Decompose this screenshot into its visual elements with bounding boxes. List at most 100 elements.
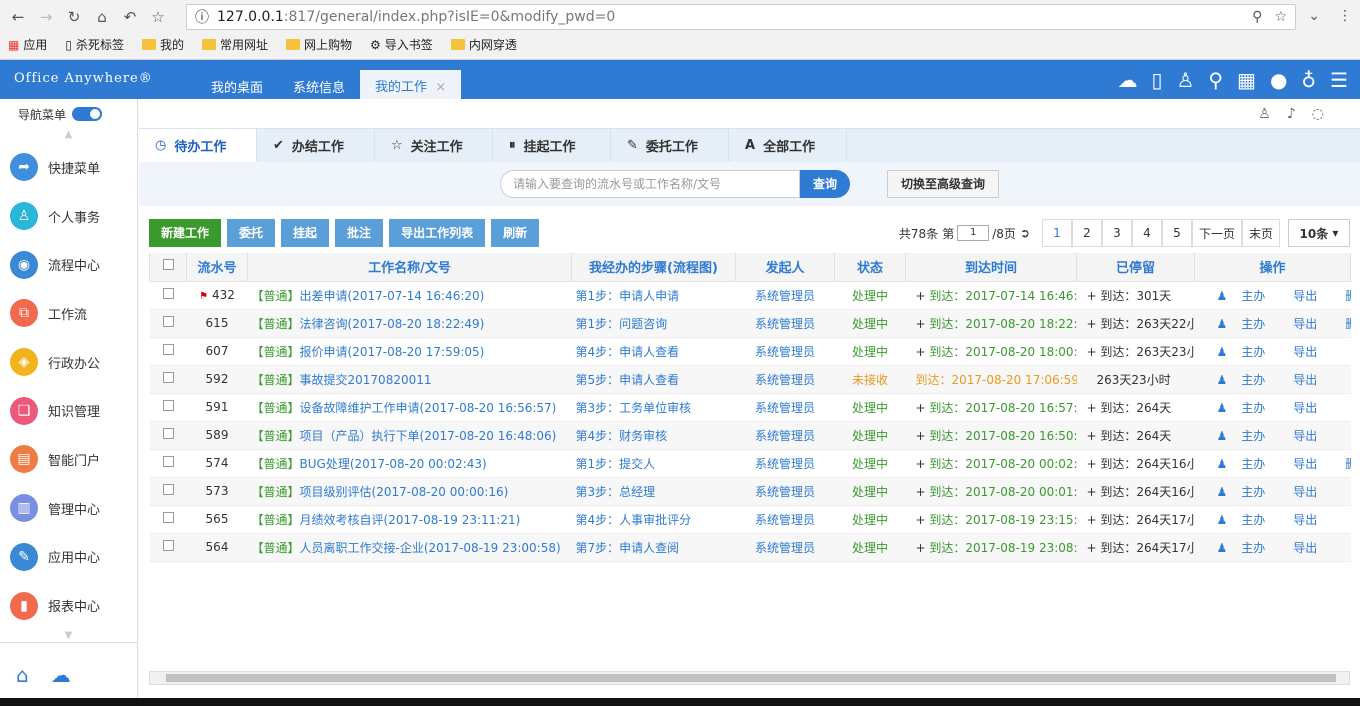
plus-icon[interactable]: + [916,289,926,303]
chat-icon[interactable]: ● [1270,68,1287,92]
table-row[interactable]: 565 【普通】月绩效考核自评(2017-08-19 23:11:21) 第4步：人… [149,505,1351,534]
sidebar-item[interactable]: ➦ 快捷菜单 [0,143,137,192]
address-bar[interactable]: ⓘ 127.0.0.1:817/general/index.php?isIE=0… [186,4,1296,30]
row-initiator[interactable]: 系统管理员 [735,393,835,422]
table-row[interactable]: 592 【普通】事故提交20170820011 第5步：申请人查看 系统管理员 未接收到… [149,365,1351,394]
page-3[interactable]: 3 [1101,219,1132,247]
col-id[interactable]: 流水号 [186,253,248,282]
tab-system-info[interactable]: 系统信息 [278,71,360,102]
bookmark-item[interactable]: 我的 [141,36,184,53]
bookmark-item[interactable]: 常用网址 [202,36,268,53]
export-link[interactable]: 导出 [1293,317,1331,331]
scroll-up-icon[interactable]: ▲ [0,129,137,143]
reload-icon[interactable]: ↻ [62,6,86,28]
handle-link[interactable]: ♟ 主办 [1217,317,1280,331]
sidebar-item[interactable]: ✎ 应用中心 [0,533,137,582]
undo-icon[interactable]: ↶ [118,6,142,28]
page-2[interactable]: 2 [1071,219,1102,247]
row-name-link[interactable]: 【普通】BUG处理(2017-08-20 00:02:43) [247,449,572,478]
plus-icon[interactable]: + [916,541,926,555]
export-link[interactable]: 导出 [1293,429,1331,443]
home-icon[interactable]: ⌂ [90,6,114,28]
handle-link[interactable]: ♟ 主办 [1217,289,1280,303]
delete-link[interactable]: 删除 [1345,457,1350,471]
handle-link[interactable]: ♟ 主办 [1217,513,1280,527]
handle-link[interactable]: ♟ 主办 [1217,345,1280,359]
bookmark-item[interactable]: ▯ 杀死标签 [65,36,124,53]
plus-icon[interactable]: + [1087,485,1097,499]
row-step-link[interactable]: 第1步：申请人申请 [571,281,736,310]
plus-icon[interactable]: + [916,429,926,443]
tab-suspended[interactable]: ⏸ 挂起工作 [493,129,611,162]
zoom-icon[interactable]: ⚲ [1252,9,1262,25]
suspend-button[interactable]: 挂起 [281,219,330,247]
mobile-icon[interactable]: ▯ [1151,68,1162,92]
refresh-button[interactable]: 刷新 [491,219,540,247]
row-checkbox[interactable] [149,505,187,534]
col-arrive[interactable]: 到达时间 [905,253,1077,282]
row-step-link[interactable]: 第1步：问题咨询 [571,309,736,338]
page-5[interactable]: 5 [1161,219,1192,247]
row-step-link[interactable]: 第5步：申请人查看 [571,365,736,394]
scrollbar-thumb[interactable] [166,674,1336,682]
sidebar-item[interactable]: ▤ 智能门户 [0,435,137,484]
row-step-link[interactable]: 第4步：人事审批评分 [571,505,736,534]
new-work-button[interactable]: 新建工作 [149,219,222,247]
row-step-link[interactable]: 第3步：工务单位审核 [571,393,736,422]
cloud-icon[interactable]: ☁ [51,663,71,687]
export-link[interactable]: 导出 [1293,513,1331,527]
row-initiator[interactable]: 系统管理员 [735,449,835,478]
table-row[interactable]: ⚑ 432 【普通】出差申请(2017-07-14 16:46:20) 第1步：申请人… [149,281,1351,310]
handle-link[interactable]: ♟ 主办 [1217,429,1280,443]
sidebar-item[interactable]: ⧉ 工作流 [0,289,137,338]
plus-icon[interactable]: + [916,401,926,415]
browser-menu-icon[interactable]: ⋮ [1338,8,1352,24]
row-checkbox[interactable] [149,421,187,450]
sidebar-item[interactable]: ♙ 个人事务 [0,192,137,241]
user-icon[interactable]: ♙ [1176,68,1194,92]
plus-icon[interactable]: + [1087,541,1097,555]
scroll-down-icon[interactable]: ▼ [0,630,137,642]
plus-icon[interactable]: + [916,513,926,527]
tab-my-work[interactable]: 我的工作 × [360,70,462,99]
row-initiator[interactable]: 系统管理员 [735,337,835,366]
row-checkbox[interactable] [149,365,187,394]
bookmark-item[interactable]: ⚙ 导入书签 [370,36,433,53]
handle-link[interactable]: ♟ 主办 [1217,373,1280,387]
export-link[interactable]: 导出 [1293,289,1331,303]
delete-link[interactable]: 删除 [1345,317,1350,331]
page-4[interactable]: 4 [1131,219,1162,247]
row-name-link[interactable]: 【普通】事故提交20170820011 [247,365,572,394]
home-icon[interactable]: ⌂ [16,663,29,687]
row-name-link[interactable]: 【普通】法律咨询(2017-08-20 18:22:49) [247,309,572,338]
row-initiator[interactable]: 系统管理员 [735,281,835,310]
row-name-link[interactable]: 【普通】报价申请(2017-08-20 17:59:05) [247,337,572,366]
row-initiator[interactable]: 系统管理员 [735,365,835,394]
table-row[interactable]: 615 【普通】法律咨询(2017-08-20 18:22:49) 第1步：问题咨询… [149,309,1351,338]
row-checkbox[interactable] [149,281,187,310]
row-name-link[interactable]: 【普通】出差申请(2017-07-14 16:46:20) [247,281,572,310]
row-step-link[interactable]: 第7步：申请人查阅 [571,533,736,562]
page-1[interactable]: 1 [1041,219,1072,247]
row-name-link[interactable]: 【普通】项目级别评估(2017-08-20 00:00:16) [247,477,572,506]
row-initiator[interactable]: 系统管理员 [735,477,835,506]
close-icon[interactable]: × [435,80,446,95]
export-link[interactable]: 导出 [1293,541,1331,555]
nav-toggle-switch[interactable] [72,107,103,121]
tab-done[interactable]: ✔ 办结工作 [257,129,375,162]
export-list-button[interactable]: 导出工作列表 [389,219,486,247]
menu-icon[interactable]: ☰ [1330,68,1348,92]
row-name-link[interactable]: 【普通】月绩效考核自评(2017-08-19 23:11:21) [247,505,572,534]
row-step-link[interactable]: 第4步：申请人查看 [571,337,736,366]
row-name-link[interactable]: 【普通】设备故障维护工作申请(2017-08-20 16:56:57) [247,393,572,422]
row-name-link[interactable]: 【普通】项目（产品）执行下单(2017-08-20 16:48:06) [247,421,572,450]
page-size-select[interactable]: 10条 ▾ [1288,219,1350,247]
sidebar-item[interactable]: ▮ 报表中心 [0,581,137,630]
col-initiator[interactable]: 发起人 [735,253,835,282]
back-icon[interactable]: ← [6,6,30,28]
row-initiator[interactable]: 系统管理员 [735,533,835,562]
row-checkbox[interactable] [149,477,187,506]
table-row[interactable]: 607 【普通】报价申请(2017-08-20 17:59:05) 第4步：申请人查… [149,337,1351,366]
row-initiator[interactable]: 系统管理员 [735,309,835,338]
export-link[interactable]: 导出 [1293,373,1331,387]
